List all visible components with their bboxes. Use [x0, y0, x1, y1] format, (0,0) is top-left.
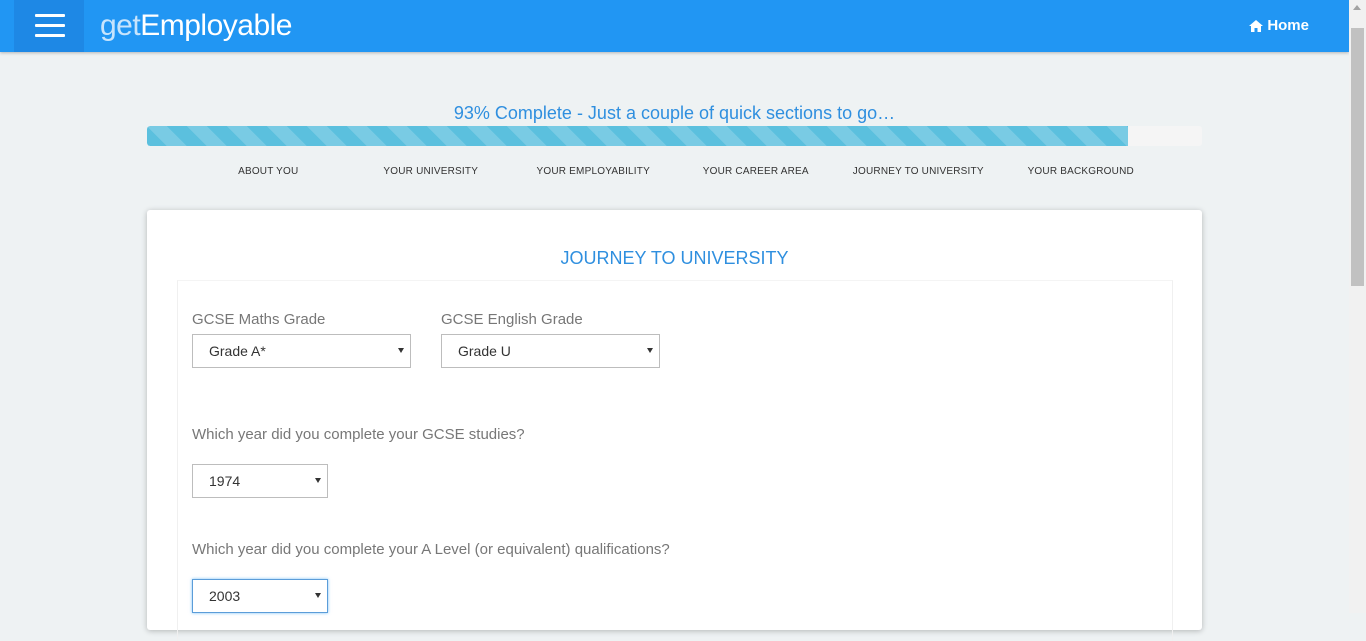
chevron-down-icon	[647, 348, 653, 353]
section-steps: ABOUT YOU YOUR UNIVERSITY YOUR EMPLOYABI…	[187, 166, 1162, 180]
brand-logo-name: Employable	[140, 9, 292, 42]
gcse-year-value: 1974	[209, 473, 241, 489]
form-body: GCSE Maths Grade Grade A* GCSE English G…	[177, 280, 1173, 641]
gcse-maths-select[interactable]: Grade A*	[192, 334, 411, 368]
home-link[interactable]: Home	[1249, 16, 1309, 36]
step-journey-to-university: JOURNEY TO UNIVERSITY	[852, 166, 984, 177]
step-your-background: YOUR BACKGROUND	[1027, 166, 1134, 177]
step-about-you: ABOUT YOU	[238, 166, 299, 177]
scrollbar-thumb[interactable]	[1351, 28, 1364, 286]
top-navbar: getEmployable Home	[0, 0, 1349, 52]
gcse-maths-label: GCSE Maths Grade	[192, 311, 326, 328]
gcse-year-select[interactable]: 1974	[192, 464, 328, 498]
step-your-university: YOUR UNIVERSITY	[383, 166, 479, 177]
alevel-year-question: Which year did you complete your A Level…	[192, 541, 670, 558]
brand-logo[interactable]: getEmployable	[100, 7, 292, 45]
alevel-year-value: 2003	[209, 588, 241, 604]
scroll-up-arrow-icon[interactable]	[1353, 5, 1361, 10]
gcse-year-question: Which year did you complete your GCSE st…	[192, 426, 525, 443]
alevel-year-select[interactable]: 2003	[192, 579, 328, 613]
chevron-down-icon	[315, 478, 321, 483]
chevron-down-icon	[315, 593, 321, 598]
gcse-maths-value: Grade A*	[209, 343, 266, 359]
progress-bar-fill	[147, 126, 1129, 146]
progress-status-text: 93% Complete - Just a couple of quick se…	[453, 103, 896, 123]
gcse-english-select[interactable]: Grade U	[441, 334, 660, 368]
progress-bar	[147, 126, 1202, 146]
section-title: JOURNEY TO UNIVERSITY	[560, 248, 789, 268]
gcse-english-value: Grade U	[458, 343, 511, 359]
home-icon	[1249, 20, 1264, 32]
form-card: JOURNEY TO UNIVERSITY GCSE Maths Grade G…	[147, 210, 1202, 641]
brand-logo-prefix: get	[100, 9, 141, 42]
gcse-english-label: GCSE English Grade	[441, 311, 583, 328]
page-scrollbar[interactable]	[1349, 0, 1366, 613]
step-your-career-area: YOUR CAREER AREA	[702, 166, 809, 177]
step-your-employability: YOUR EMPLOYABILITY	[536, 166, 650, 177]
hamburger-menu-button[interactable]	[14, 0, 84, 52]
chevron-down-icon	[398, 348, 404, 353]
home-link-label: Home	[1267, 17, 1309, 34]
